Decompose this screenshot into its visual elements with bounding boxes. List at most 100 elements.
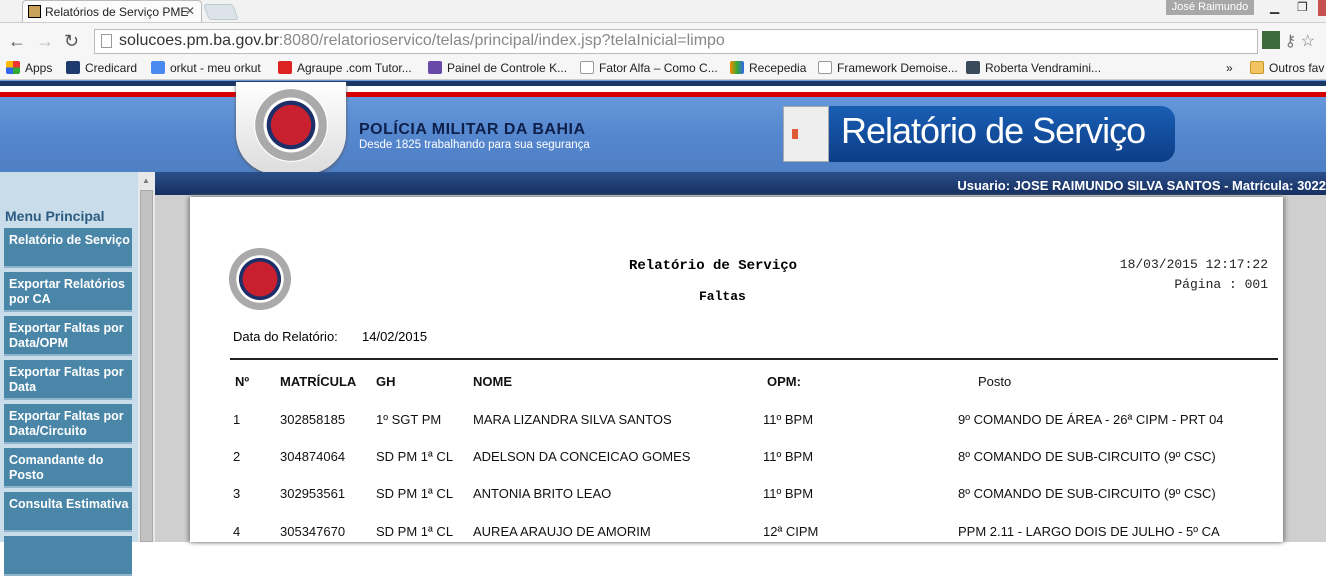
cell-numero: 1 xyxy=(233,412,241,427)
credicard-icon xyxy=(66,61,80,74)
cell-matricula: 302953561 xyxy=(280,486,346,501)
page-icon xyxy=(818,61,832,74)
forward-icon[interactable]: → xyxy=(36,31,54,52)
pm-shield-logo xyxy=(236,82,346,174)
cell-posto: PPM 2.11 - LARGO DOIS DE JULHO - 5º CA xyxy=(958,524,1220,539)
col-opm: OPM: xyxy=(767,374,801,389)
cell-numero: 3 xyxy=(233,486,241,501)
menu-item-exportar-faltas-circuito[interactable]: Exportar Faltas por Data/Circuito xyxy=(4,404,132,444)
col-gh: GH xyxy=(376,374,396,389)
restore-icon[interactable]: ❐ xyxy=(1297,0,1308,14)
cell-nome: AUREA ARAUJO DE AMORIM xyxy=(473,524,651,539)
other-bookmarks[interactable]: Outros fav xyxy=(1250,61,1324,75)
menu-item-relatorio-servico[interactable]: Relatório de Serviço xyxy=(4,228,132,268)
browser-tab[interactable]: Relatórios de Serviço PME ✕ xyxy=(22,0,202,22)
org-name: POLÍCIA MILITAR DA BAHIA xyxy=(359,121,586,138)
google-icon xyxy=(151,61,165,74)
flag-stripe xyxy=(0,92,1326,97)
toolbar: ← → ↻ solucoes.pm.ba.gov.br:8080/relator… xyxy=(0,22,1326,58)
bookmark-fator-alfa[interactable]: Fator Alfa – Como C... xyxy=(580,61,718,75)
cell-opm: 11º BPM xyxy=(763,449,814,464)
extension-icon[interactable] xyxy=(1262,31,1280,49)
sidebar-scrollbar[interactable]: ▲ xyxy=(138,172,155,542)
page-icon xyxy=(101,34,112,48)
scroll-up-icon[interactable]: ▲ xyxy=(142,176,150,185)
report-subtitle: Faltas xyxy=(699,289,746,304)
menu-item-exportar-relatorios-ca[interactable]: Exportar Relatórios por CA xyxy=(4,272,132,312)
send-icon xyxy=(966,61,980,74)
bookmark-orkut[interactable]: orkut - meu orkut xyxy=(151,61,261,75)
col-posto: Posto xyxy=(978,374,1012,389)
reload-icon[interactable]: ↻ xyxy=(64,31,79,52)
cell-gh: SD PM 1ª CL xyxy=(376,486,454,501)
col-numero: Nº xyxy=(235,374,250,389)
cell-numero: 2 xyxy=(233,449,241,464)
org-tagline: Desde 1825 trabalhando para sua seguranç… xyxy=(359,139,590,151)
close-window-button[interactable] xyxy=(1318,0,1326,16)
page-icon xyxy=(580,61,594,74)
tab-title: Relatórios de Serviço PME xyxy=(45,5,189,19)
minimize-icon[interactable]: ▁ xyxy=(1270,0,1279,14)
report-seal-logo xyxy=(222,241,300,311)
menu-title: Menu Principal xyxy=(5,208,105,224)
divider xyxy=(230,358,1278,360)
close-tab-icon[interactable]: ✕ xyxy=(185,4,195,18)
favicon-icon xyxy=(28,5,41,18)
pm-seal-icon xyxy=(228,247,292,311)
url-host: solucoes.pm.ba.gov.br xyxy=(119,32,279,49)
cell-opm: 12ª CIPM xyxy=(763,524,819,539)
cell-nome: ANTONIA BRITO LEAO xyxy=(473,486,612,501)
report-page-number: Página : 001 xyxy=(1174,277,1268,292)
report-date-label: Data do Relatório: xyxy=(233,329,338,344)
url-path: :8080/relatorioservico/telas/principal/i… xyxy=(278,32,725,49)
new-tab-button[interactable] xyxy=(203,4,239,20)
scroll-thumb[interactable] xyxy=(140,190,153,542)
app-logo: Relatório de Serviço xyxy=(783,106,1175,162)
back-icon[interactable]: ← xyxy=(8,31,26,52)
bookmarks-bar: Apps Credicard orkut - meu orkut Agraupe… xyxy=(0,58,1326,80)
col-matricula: MATRÍCULA xyxy=(280,374,357,389)
cell-nome: MARA LIZANDRA SILVA SANTOS xyxy=(473,412,672,427)
extension-icons[interactable]: ⚷ ☆ xyxy=(1262,31,1315,51)
report-icon xyxy=(783,106,829,162)
cell-posto: 9º COMANDO DE ÁREA - 26ª CIPM - PRT 04 xyxy=(958,412,1224,427)
user-info-bar: Usuario: JOSE RAIMUNDO SILVA SANTOS - Ma… xyxy=(155,172,1326,195)
menu-item-exportar-faltas-data[interactable]: Exportar Faltas por Data xyxy=(4,360,132,400)
report-date-value: 14/02/2015 xyxy=(362,329,428,344)
recepedia-icon xyxy=(730,61,744,74)
star-icon[interactable]: ☆ xyxy=(1301,33,1315,50)
menu-item-comandante-posto[interactable]: Comandante do Posto xyxy=(4,448,132,488)
address-bar[interactable]: solucoes.pm.ba.gov.br:8080/relatorioserv… xyxy=(94,29,1258,54)
bookmark-painel[interactable]: Painel de Controle K... xyxy=(428,61,567,75)
cell-numero: 4 xyxy=(233,524,241,539)
youtube-icon xyxy=(278,61,292,74)
cell-opm: 11º BPM xyxy=(763,412,814,427)
report-title: Relatório de Serviço xyxy=(629,258,798,274)
painel-icon xyxy=(428,61,442,74)
menu-item-consulta-estimativa[interactable]: Consulta Estimativa xyxy=(4,492,132,532)
key-icon[interactable]: ⚷ xyxy=(1284,33,1296,50)
profile-chip[interactable]: José Raimundo xyxy=(1166,0,1254,15)
folder-icon xyxy=(1250,61,1264,74)
bookmark-agraupe[interactable]: Agraupe .com Tutor... xyxy=(278,61,412,75)
menu-item-more[interactable] xyxy=(4,536,132,576)
bookmark-apps[interactable]: Apps xyxy=(6,61,52,75)
bookmark-credicard[interactable]: Credicard xyxy=(66,61,137,75)
cell-matricula: 305347670 xyxy=(280,524,346,539)
cell-nome: ADELSON DA CONCEICAO GOMES xyxy=(473,449,691,464)
cell-matricula: 304874064 xyxy=(280,449,346,464)
bookmark-recepedia[interactable]: Recepedia xyxy=(730,61,806,75)
cell-posto: 8º COMANDO DE SUB-CIRCUITO (9º CSC) xyxy=(958,486,1216,501)
cell-posto: 8º COMANDO DE SUB-CIRCUITO (9º CSC) xyxy=(958,449,1216,464)
cell-opm: 11º BPM xyxy=(763,486,814,501)
pm-seal-icon xyxy=(254,88,328,162)
cell-gh: SD PM 1ª CL xyxy=(376,449,454,464)
cell-gh: 1º SGT PM xyxy=(376,412,442,427)
more-bookmarks[interactable]: » xyxy=(1226,61,1233,75)
app-logo-text: Relatório de Serviço xyxy=(841,110,1146,151)
cell-matricula: 302858185 xyxy=(280,412,346,427)
menu-item-exportar-faltas-opm[interactable]: Exportar Faltas por Data/OPM xyxy=(4,316,132,356)
apps-icon xyxy=(6,61,20,74)
bookmark-demoiselle[interactable]: Framework Demoise... xyxy=(818,61,958,75)
bookmark-roberta[interactable]: Roberta Vendramini... xyxy=(966,61,1101,75)
